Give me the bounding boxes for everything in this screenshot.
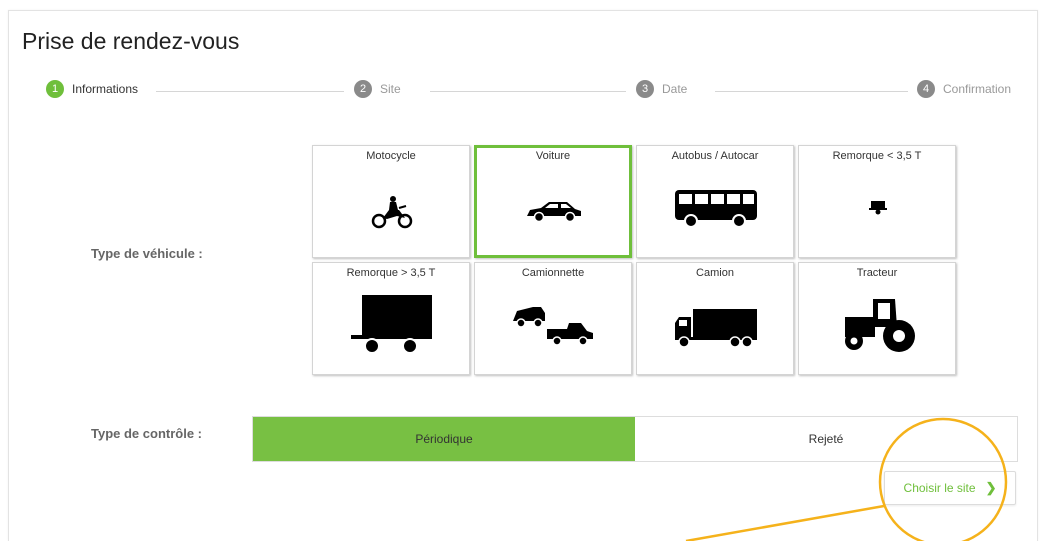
step-date[interactable]: 3 Date	[636, 80, 687, 98]
chevron-right-icon: ❯	[985, 480, 997, 495]
stepper: 1 Informations 2 Site 3 Date 4 Confirmat…	[0, 80, 1043, 104]
small-trailer-icon	[869, 201, 887, 215]
control-type-toggle: Périodique Rejeté	[252, 416, 1018, 462]
vehicle-tile-camion[interactable]: Camion	[636, 262, 794, 375]
step-number: 4	[917, 80, 935, 98]
truck-icon	[675, 309, 757, 348]
vehicle-tile-remorque-lourde[interactable]: Remorque > 3,5 T	[312, 262, 470, 375]
vehicle-tile-camionnette[interactable]: Camionnette	[474, 262, 632, 375]
step-label: Informations	[72, 82, 139, 96]
large-trailer-icon	[351, 295, 432, 354]
step-label: Site	[380, 82, 401, 96]
page-title: Prise de rendez-vous	[22, 28, 240, 54]
vehicle-tile-tracteur[interactable]: Tracteur	[798, 262, 956, 375]
bus-icon	[675, 190, 757, 228]
choose-site-label: Choisir le site	[903, 481, 976, 495]
tractor-icon	[845, 299, 915, 352]
stepper-connector	[156, 91, 344, 92]
step-site[interactable]: 2 Site	[354, 80, 401, 98]
step-confirmation[interactable]: 4 Confirmation	[917, 80, 1011, 98]
control-type-label: Type de contrôle :	[91, 426, 202, 441]
step-informations[interactable]: 1 Informations	[46, 80, 138, 98]
step-number: 1	[46, 80, 64, 98]
choose-site-button[interactable]: Choisir le site ❯	[884, 471, 1016, 505]
step-label: Date	[662, 82, 688, 96]
stepper-connector	[430, 91, 626, 92]
control-option-rejete[interactable]: Rejeté	[635, 417, 1017, 461]
step-number: 3	[636, 80, 654, 98]
van-icon	[513, 307, 593, 346]
vehicle-tile-remorque-legere[interactable]: Remorque < 3,5 T	[798, 145, 956, 258]
motorcycle-icon	[371, 196, 413, 229]
vehicle-tile-autobus[interactable]: Autobus / Autocar	[636, 145, 794, 258]
vehicle-type-grid: Motocycle Voiture Autobus / Autocar Remo…	[312, 145, 958, 377]
vehicle-type-label: Type de véhicule :	[91, 246, 203, 261]
stepper-connector	[715, 91, 908, 92]
step-label: Confirmation	[943, 82, 1012, 96]
vehicle-tile-voiture[interactable]: Voiture	[474, 145, 632, 258]
step-number: 2	[354, 80, 372, 98]
car-icon	[527, 202, 581, 223]
vehicle-tile-motocycle[interactable]: Motocycle	[312, 145, 470, 258]
control-option-periodique[interactable]: Périodique	[253, 417, 635, 461]
